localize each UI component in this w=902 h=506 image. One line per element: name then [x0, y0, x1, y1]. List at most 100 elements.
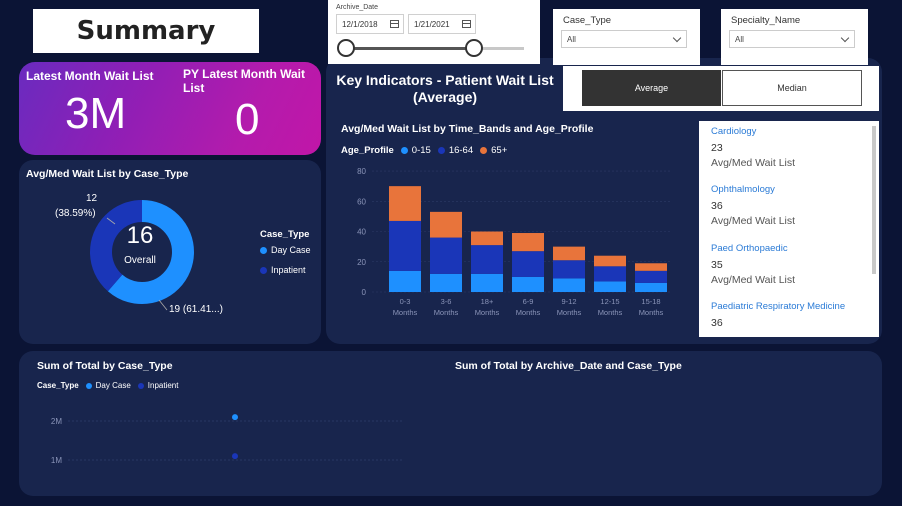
age-0-15-swatch: [400, 147, 408, 154]
x-tick-label: 6-9: [523, 297, 534, 306]
bar-0-15-2[interactable]: [471, 273, 503, 292]
leader-line: [158, 299, 168, 311]
bar-16-64-1[interactable]: [430, 237, 462, 274]
specialty-item[interactable]: Ophthalmology 36 Avg/Med Wait List: [711, 184, 795, 227]
archive-date-label: Archive_Date: [336, 4, 379, 11]
y-tick-label: 40: [357, 228, 366, 237]
bar-65+-2[interactable]: [471, 231, 503, 246]
specialty-metric-label: Avg/Med Wait List: [711, 274, 796, 286]
bar-65+-5[interactable]: [594, 255, 626, 267]
archive-date-slicer[interactable]: Archive_Date 12/1/2018 1/21/2021: [328, 0, 540, 64]
x-tick-sublabel: Months: [557, 308, 582, 317]
donut-center-label: Overall: [124, 255, 156, 266]
bar-65+-6[interactable]: [635, 263, 667, 271]
inpatient-swatch: [260, 266, 267, 274]
point-inpatient[interactable]: [232, 453, 238, 460]
donut-title: Avg/Med Wait List by Case_Type: [26, 168, 189, 180]
legend-inpatient: Inpatient: [260, 265, 306, 275]
x-tick-label: 9-12: [561, 297, 576, 306]
specialty-filter-label: Specialty_Name: [731, 15, 801, 26]
specialty-value: 36: [711, 317, 723, 329]
x-tick-sublabel: Months: [598, 308, 623, 317]
day-case-swatch: [85, 382, 92, 389]
chevron-down-icon[interactable]: [840, 33, 850, 43]
specialty-dropdown[interactable]: All: [729, 30, 855, 48]
average-button[interactable]: Average: [582, 70, 721, 106]
donut-center-value: 16: [126, 222, 154, 249]
y-tick-label: 0: [362, 288, 367, 297]
sum-legend-title: Case_Type: [37, 381, 79, 390]
y-tick-label: 20: [357, 258, 366, 267]
median-button[interactable]: Median: [722, 70, 862, 106]
bar-0-15-6[interactable]: [635, 282, 667, 292]
calendar-icon[interactable]: [390, 20, 399, 28]
specialty-item[interactable]: Paed Orthopaedic 35 Avg/Med Wait List: [711, 243, 795, 286]
x-tick-label: 3-6: [441, 297, 452, 306]
age-16-64-swatch: [437, 147, 445, 154]
start-date-input[interactable]: 12/1/2018: [336, 14, 404, 34]
specialty-list-scrollbar[interactable]: [872, 126, 876, 274]
specialty-list[interactable]: Cardiology 23 Avg/Med Wait List Ophthalm…: [699, 121, 879, 337]
date-slider-start-handle[interactable]: [337, 39, 355, 57]
x-tick-sublabel: Months: [475, 308, 500, 317]
x-tick-label: 18+: [481, 297, 494, 306]
donut-label-daycase: 19 (61.41...): [169, 304, 223, 315]
bar-16-64-5[interactable]: [594, 266, 626, 282]
x-tick-sublabel: Months: [516, 308, 541, 317]
bar-16-64-0[interactable]: [389, 220, 421, 271]
y-tick-label: 80: [357, 167, 366, 176]
case-type-dropdown[interactable]: All: [561, 30, 687, 48]
key-indicators-title: Key Indicators - Patient Wait List (Aver…: [336, 72, 554, 105]
specialty-metric-label: Avg/Med Wait List: [711, 157, 796, 169]
latest-month-label: Latest Month Wait List: [26, 69, 154, 83]
point-day-case[interactable]: [232, 414, 238, 421]
bar-16-64-2[interactable]: [471, 245, 503, 274]
bar-16-64-4[interactable]: [553, 260, 585, 279]
average-median-toggle[interactable]: Average Median: [563, 66, 879, 111]
bar-65+-4[interactable]: [553, 246, 585, 261]
legend-age-65: 65+: [491, 145, 508, 156]
bar-65+-3[interactable]: [512, 233, 544, 252]
bar-0-15-0[interactable]: [389, 270, 421, 292]
bar-65+-1[interactable]: [430, 211, 462, 238]
specialty-value: 35: [711, 259, 723, 271]
py-latest-month-label: PY Latest Month Wait List: [183, 67, 306, 95]
donut-label-inpatient-pct: (38.59%): [55, 208, 96, 219]
bar-0-15-4[interactable]: [553, 278, 585, 292]
chevron-down-icon[interactable]: [672, 33, 682, 43]
sum-by-archive-date-title: Sum of Total by Archive_Date and Case_Ty…: [455, 360, 682, 372]
y-tick-label: 60: [357, 197, 366, 206]
date-slider-end-handle[interactable]: [465, 39, 483, 57]
specialty-item[interactable]: Paediatric Respiratory Medicine 36: [711, 301, 845, 329]
kpi-card: Latest Month Wait List 3M PY Latest Mont…: [19, 62, 321, 155]
sum-legend-day-case: Day Case: [95, 381, 131, 390]
page-title: Summary: [33, 9, 259, 53]
specialty-item[interactable]: Cardiology 23 Avg/Med Wait List: [711, 126, 795, 169]
case-type-filter-label: Case_Type: [563, 15, 612, 26]
date-slider-fill: [346, 47, 474, 50]
age-profile-legend: Age_Profile 0-15 16-64 65+: [341, 145, 507, 156]
calendar-icon[interactable]: [462, 20, 471, 28]
y-tick-label: 2M: [51, 417, 62, 426]
bar-16-64-3[interactable]: [512, 251, 544, 277]
specialty-name: Paediatric Respiratory Medicine: [711, 301, 846, 312]
age-profile-legend-title: Age_Profile: [341, 145, 394, 156]
specialty-name: Paed Orthopaedic: [711, 243, 788, 254]
bar-chart-title: Avg/Med Wait List by Time_Bands and Age_…: [341, 123, 594, 135]
sum-by-case-type-title: Sum of Total by Case_Type: [37, 360, 173, 372]
legend-inpatient-label: Inpatient: [271, 265, 306, 275]
bar-0-15-1[interactable]: [430, 273, 462, 292]
specialty-filter[interactable]: Specialty_Name All: [721, 9, 868, 65]
donut-label-inpatient-count: 12: [86, 193, 98, 204]
bar-0-15-3[interactable]: [512, 276, 544, 292]
x-tick-sublabel: Months: [639, 308, 664, 317]
specialty-name: Cardiology: [711, 126, 757, 137]
x-tick-label: 12-15: [600, 297, 619, 306]
end-date-input[interactable]: 1/21/2021: [408, 14, 476, 34]
bar-0-15-5[interactable]: [594, 281, 626, 292]
x-tick-sublabel: Months: [393, 308, 418, 317]
case-type-filter[interactable]: Case_Type All: [553, 9, 700, 65]
bar-16-64-6[interactable]: [635, 270, 667, 283]
bar-65+-0[interactable]: [389, 186, 421, 221]
specialty-name: Ophthalmology: [711, 184, 775, 195]
